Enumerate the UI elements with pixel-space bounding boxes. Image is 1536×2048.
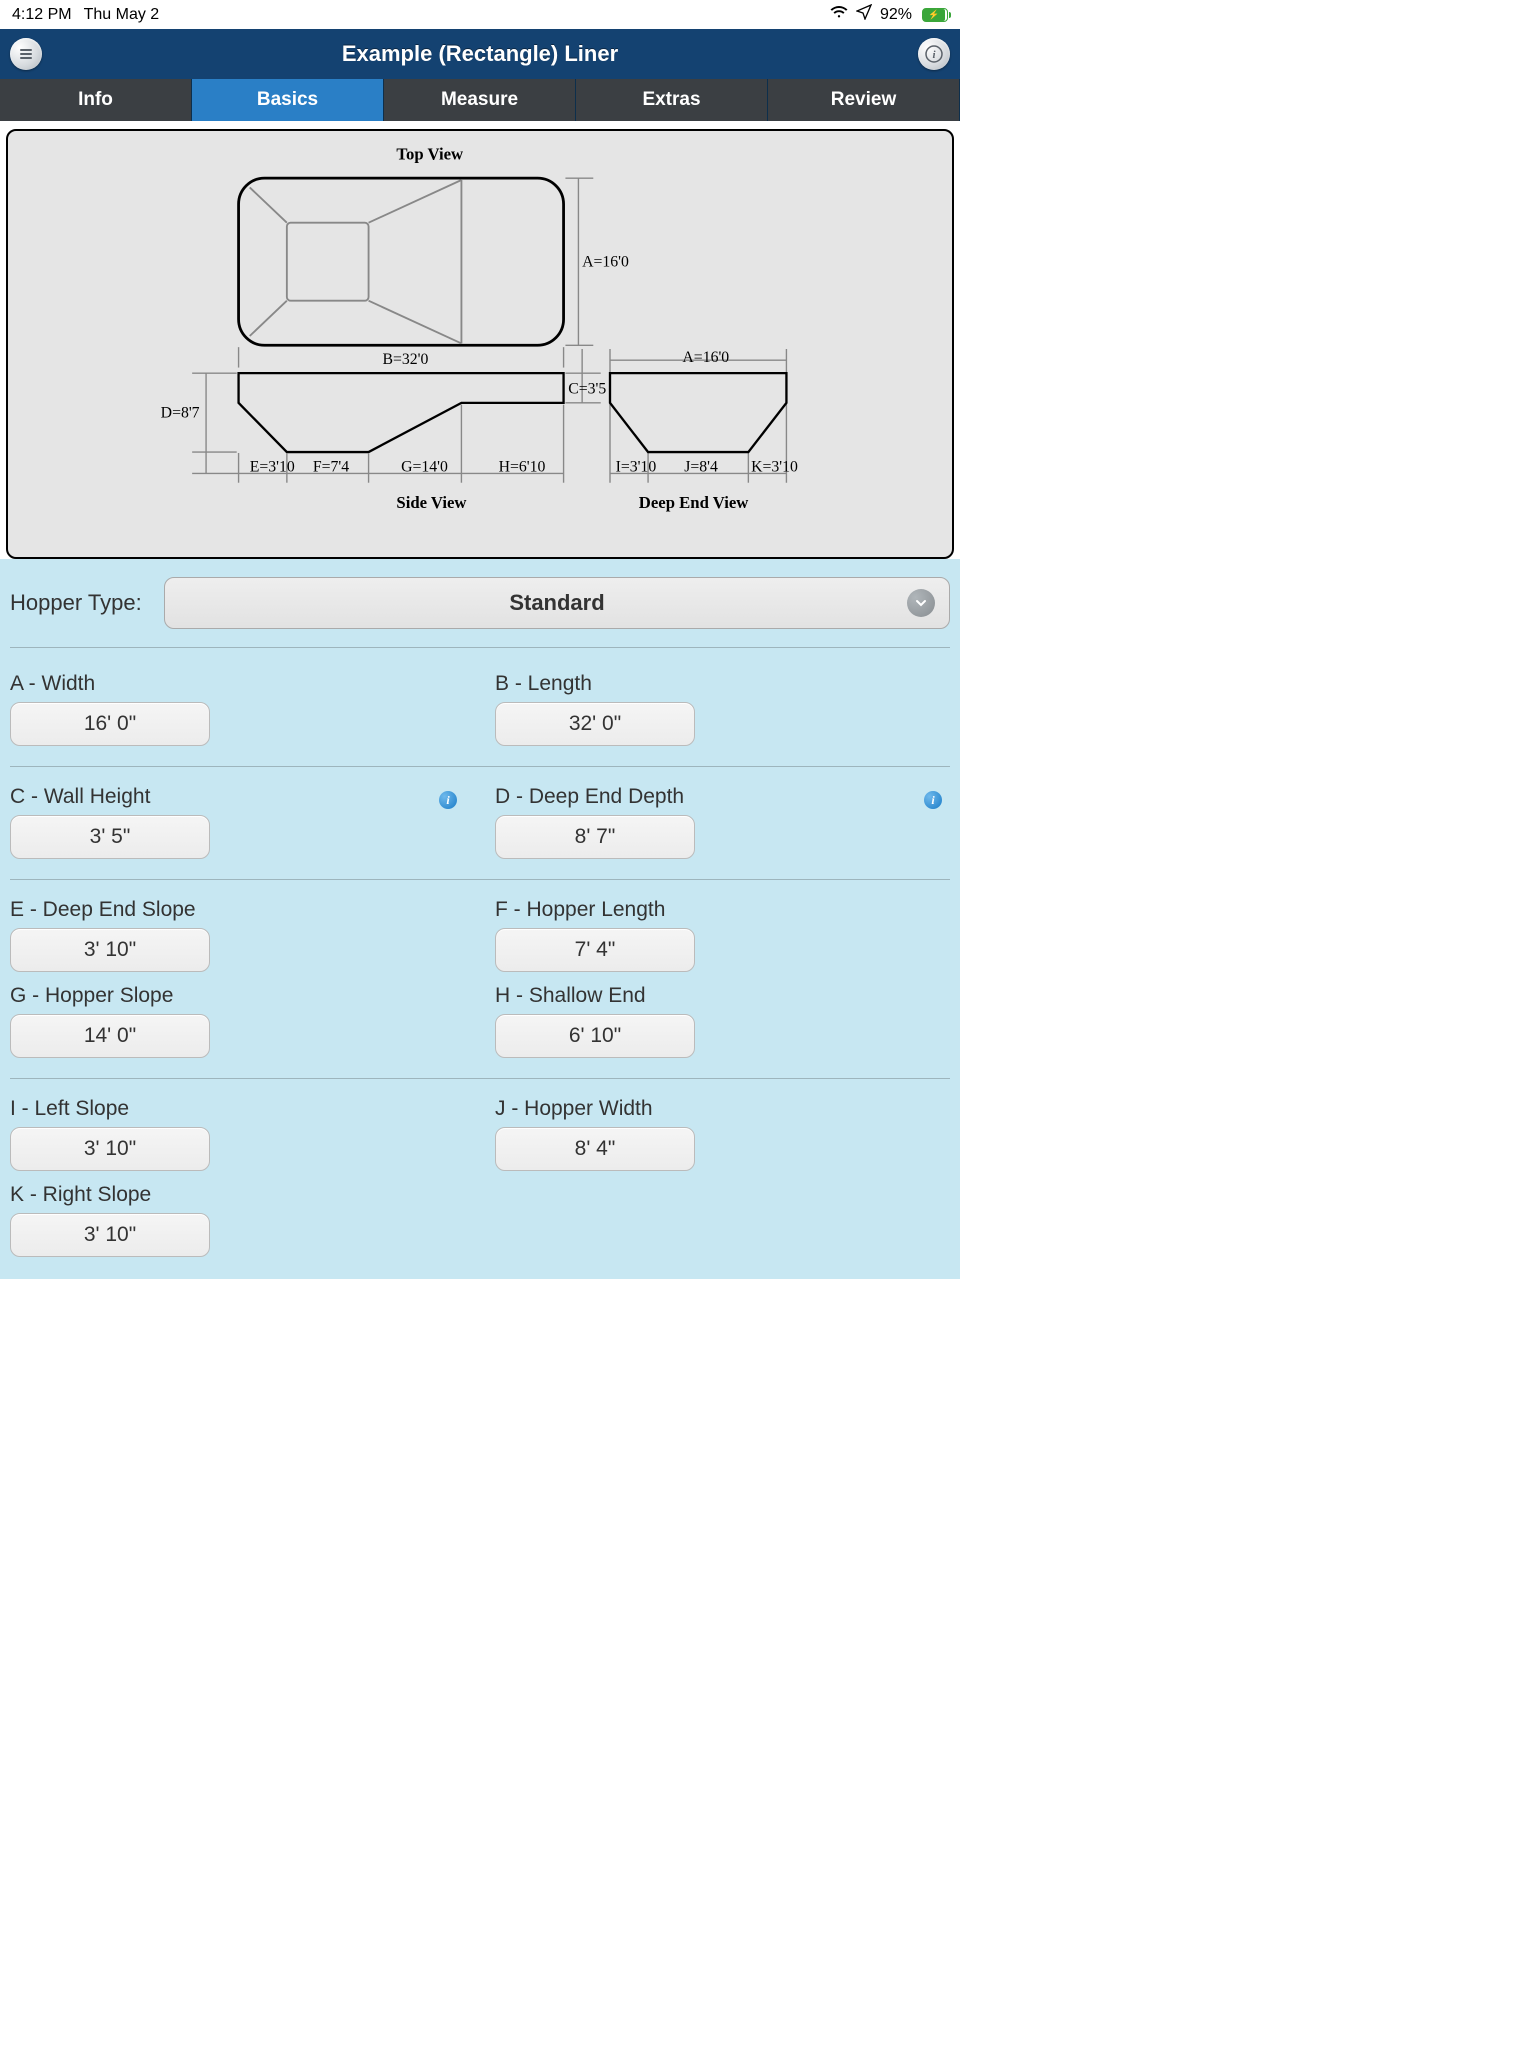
battery-pct: 92% xyxy=(880,6,912,24)
wifi-icon xyxy=(830,5,848,24)
deep-end-view-label: Deep End View xyxy=(639,493,749,512)
field-E-label: E - Deep End Slope xyxy=(10,898,465,922)
liner-diagram: Top View A=16'0 B=32'0 xyxy=(18,141,942,531)
dim-A-deep: A=16'0 xyxy=(682,349,729,366)
hopper-type-value: Standard xyxy=(509,590,604,616)
field-C-info-icon[interactable]: i xyxy=(439,791,457,809)
tab-review[interactable]: Review xyxy=(768,79,960,121)
top-view-label: Top View xyxy=(396,145,463,164)
info-button[interactable]: i xyxy=(918,38,950,70)
field-K-input[interactable]: 3' 10" xyxy=(10,1213,210,1257)
tab-bar: Info Basics Measure Extras Review xyxy=(0,79,960,121)
hopper-type-select[interactable]: Standard xyxy=(164,577,950,629)
dim-B: B=32'0 xyxy=(383,351,429,368)
field-B-label: B - Length xyxy=(495,672,950,696)
dim-A-top: A=16'0 xyxy=(582,253,629,270)
svg-text:i: i xyxy=(932,49,936,61)
field-K-label: K - Right Slope xyxy=(10,1183,465,1207)
dim-E: E=3'10 xyxy=(250,459,295,476)
diagram-panel: Top View A=16'0 B=32'0 xyxy=(6,129,954,559)
field-A-label: A - Width xyxy=(10,672,465,696)
field-I-label: I - Left Slope xyxy=(10,1097,465,1121)
page-title: Example (Rectangle) Liner xyxy=(42,41,918,67)
field-J-input[interactable]: 8' 4" xyxy=(495,1127,695,1171)
tab-info[interactable]: Info xyxy=(0,79,192,121)
menu-button[interactable] xyxy=(10,38,42,70)
status-time: 4:12 PM xyxy=(12,6,72,24)
field-I-input[interactable]: 3' 10" xyxy=(10,1127,210,1171)
dim-D: D=8'7 xyxy=(161,405,200,422)
chevron-down-icon xyxy=(907,589,935,617)
field-H-input[interactable]: 6' 10" xyxy=(495,1014,695,1058)
field-H-label: H - Shallow End xyxy=(495,984,950,1008)
field-F-input[interactable]: 7' 4" xyxy=(495,928,695,972)
field-J-label: J - Hopper Width xyxy=(495,1097,950,1121)
app-header: Example (Rectangle) Liner i xyxy=(0,29,960,79)
dim-C: C=3'5 xyxy=(568,381,606,398)
tab-extras[interactable]: Extras xyxy=(576,79,768,121)
dim-J: J=8'4 xyxy=(684,459,718,476)
field-D-info-icon[interactable]: i xyxy=(924,791,942,809)
field-D-label: D - Deep End Depth xyxy=(495,785,684,809)
dim-K: K=3'10 xyxy=(751,459,798,476)
dim-G: G=14'0 xyxy=(401,459,448,476)
field-B-input[interactable]: 32' 0" xyxy=(495,702,695,746)
field-F-label: F - Hopper Length xyxy=(495,898,950,922)
field-G-input[interactable]: 14' 0" xyxy=(10,1014,210,1058)
tab-basics[interactable]: Basics xyxy=(192,79,384,121)
status-bar: 4:12 PM Thu May 2 92% xyxy=(0,0,960,29)
hopper-type-label: Hopper Type: xyxy=(10,590,150,616)
location-icon xyxy=(856,4,872,25)
field-C-input[interactable]: 3' 5" xyxy=(10,815,210,859)
status-date: Thu May 2 xyxy=(84,6,160,24)
battery-icon xyxy=(922,8,948,22)
field-E-input[interactable]: 3' 10" xyxy=(10,928,210,972)
field-G-label: G - Hopper Slope xyxy=(10,984,465,1008)
dim-I: I=3'10 xyxy=(616,459,657,476)
dim-H: H=6'10 xyxy=(499,459,546,476)
field-A-input[interactable]: 16' 0" xyxy=(10,702,210,746)
dim-F: F=7'4 xyxy=(313,459,349,476)
field-C-label: C - Wall Height xyxy=(10,785,150,809)
tab-measure[interactable]: Measure xyxy=(384,79,576,121)
form-section: Hopper Type: Standard A - Width 16' 0" B… xyxy=(0,559,960,1279)
side-view-label: Side View xyxy=(396,493,466,512)
field-D-input[interactable]: 8' 7" xyxy=(495,815,695,859)
